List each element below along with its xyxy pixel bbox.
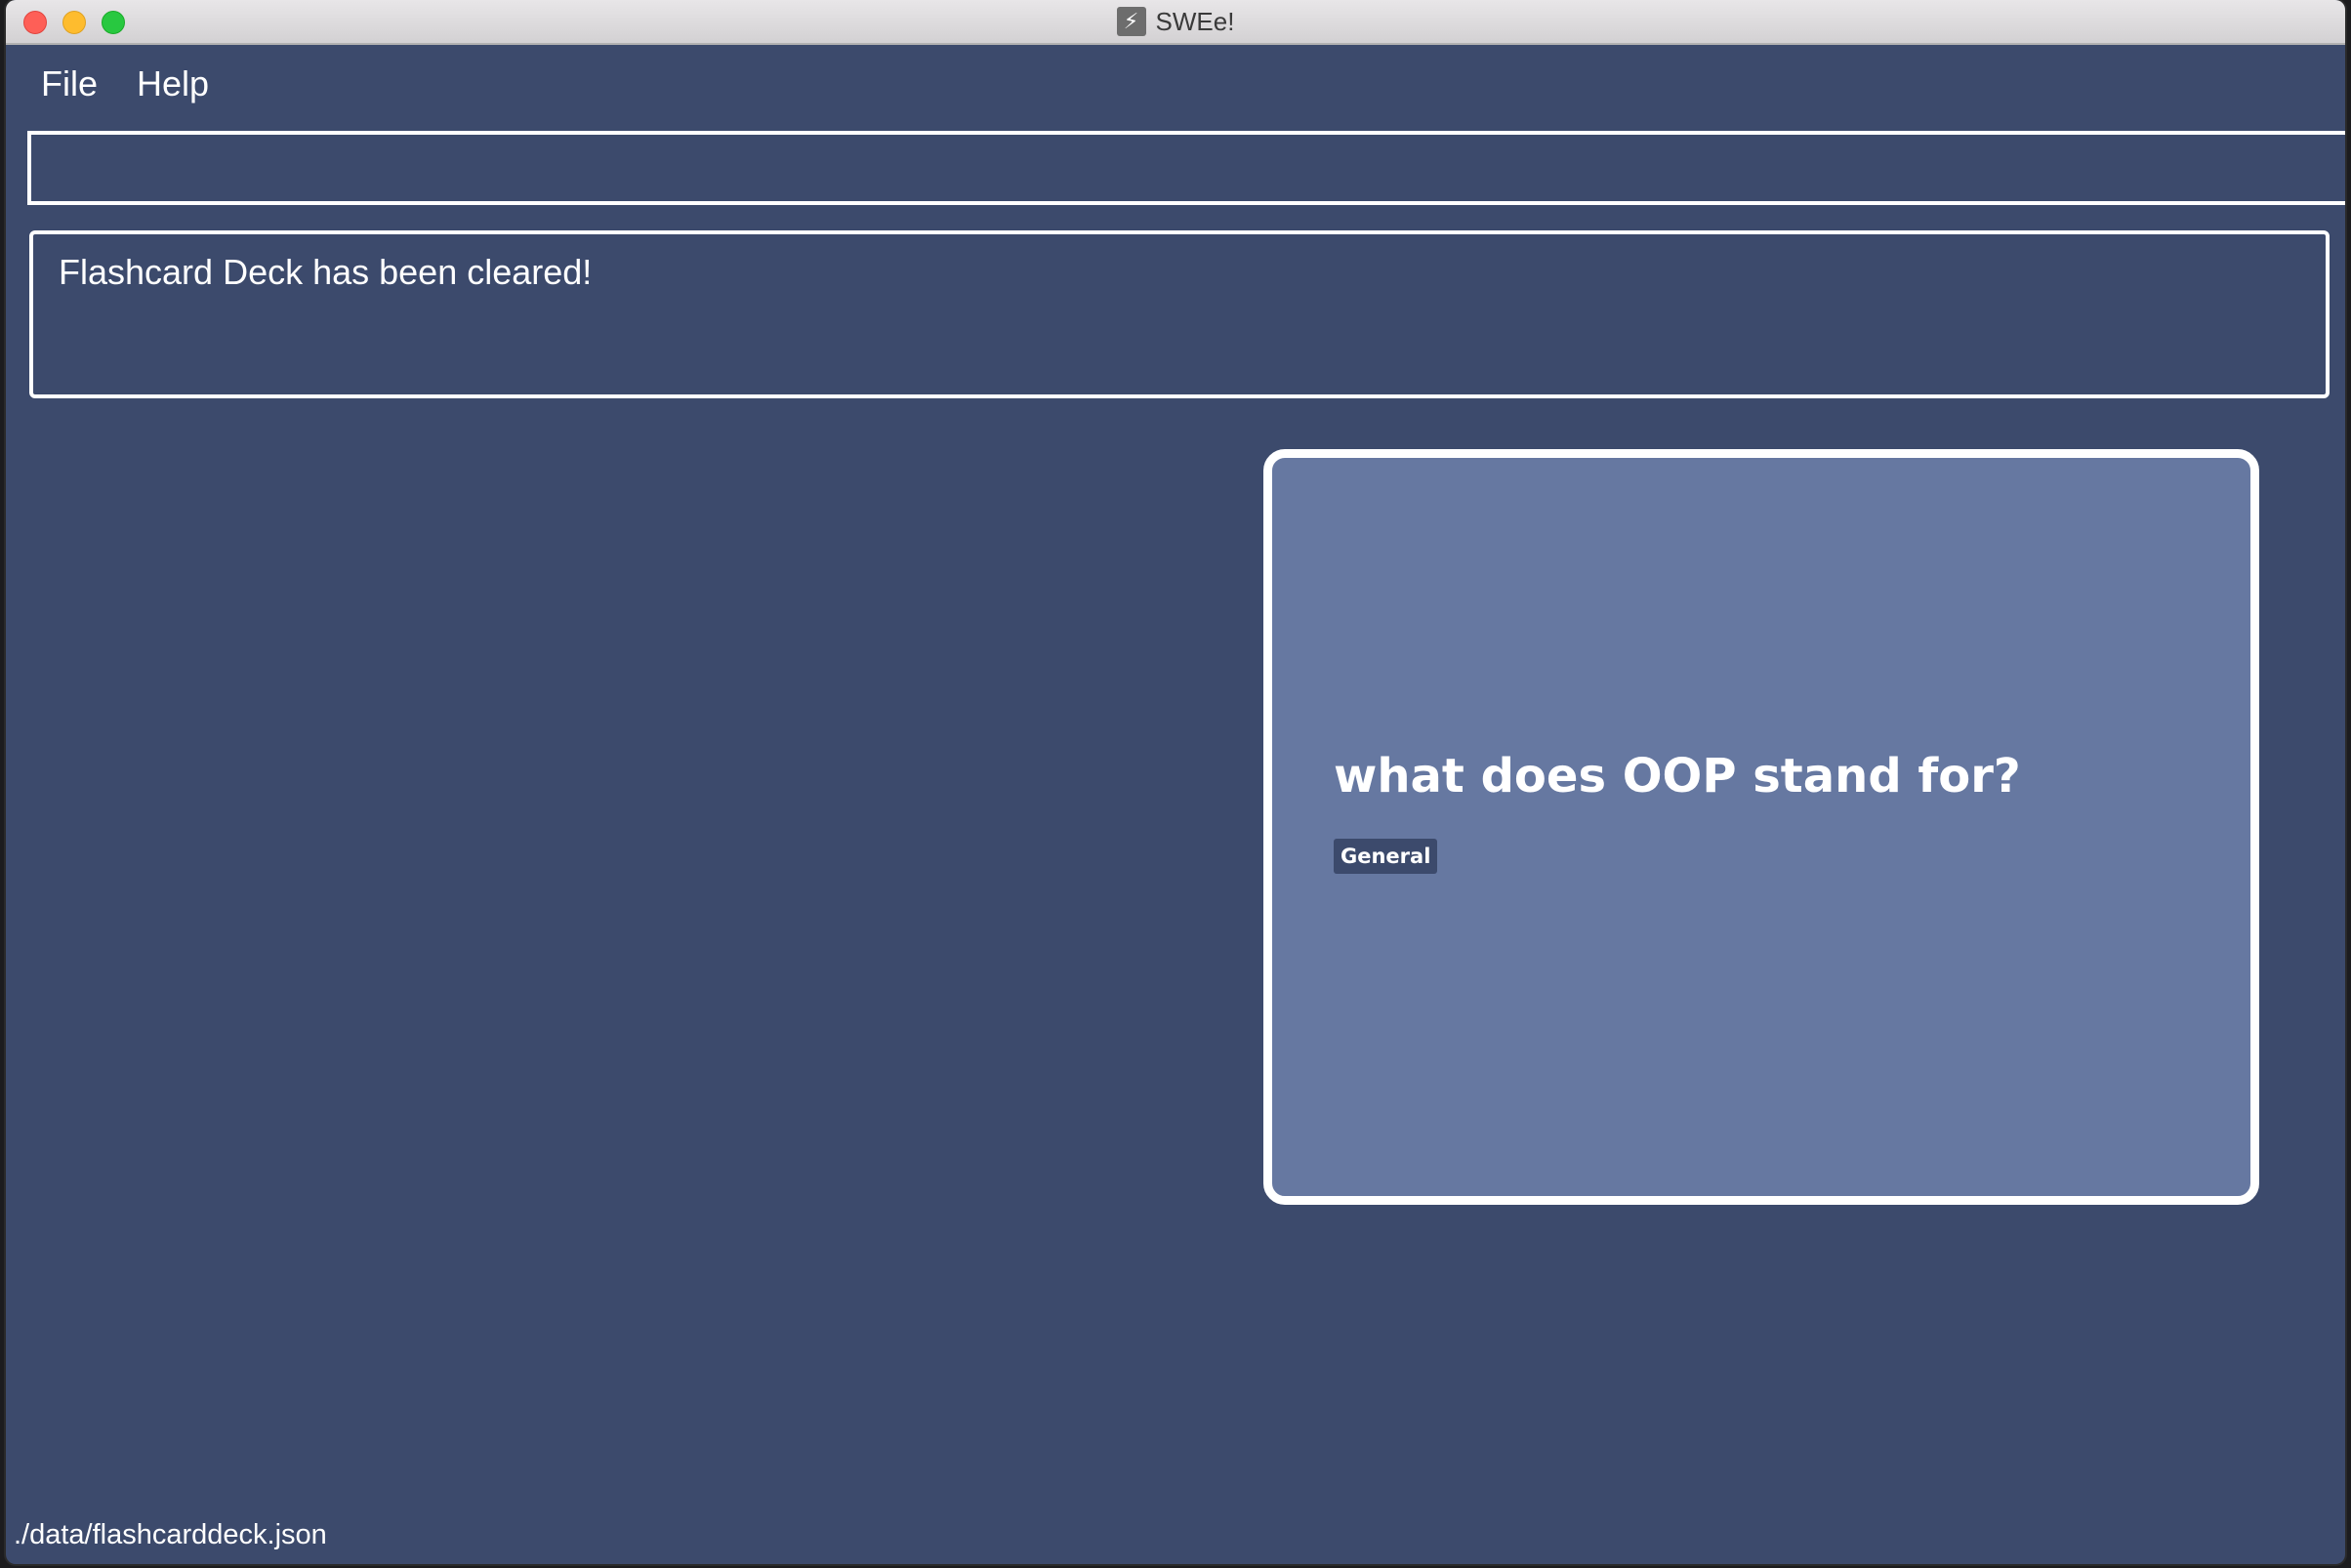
flashcard-panel[interactable]: what does OOP stand for? General bbox=[1263, 449, 2259, 1205]
result-message: Flashcard Deck has been cleared! bbox=[59, 252, 593, 292]
flashcard-tag: General bbox=[1334, 839, 1438, 874]
window-title: SWEe! bbox=[1155, 6, 1235, 36]
title-wrap: ⚡ SWEe! bbox=[6, 0, 2345, 43]
flashcard-question: what does OOP stand for? bbox=[1334, 749, 2021, 804]
command-input[interactable] bbox=[27, 131, 2345, 205]
menu-bar: File Help bbox=[6, 45, 2345, 123]
lightning-icon: ⚡ bbox=[1116, 7, 1146, 36]
app-window: ⚡ SWEe! File Help Flashcard Deck has bee… bbox=[6, 0, 2345, 1564]
menu-help[interactable]: Help bbox=[137, 63, 209, 104]
title-bar[interactable]: ⚡ SWEe! bbox=[6, 0, 2345, 45]
status-bar-file-path: ./data/flashcarddeck.json bbox=[14, 1519, 327, 1550]
result-display: Flashcard Deck has been cleared! bbox=[29, 230, 2330, 398]
menu-file[interactable]: File bbox=[41, 63, 98, 104]
